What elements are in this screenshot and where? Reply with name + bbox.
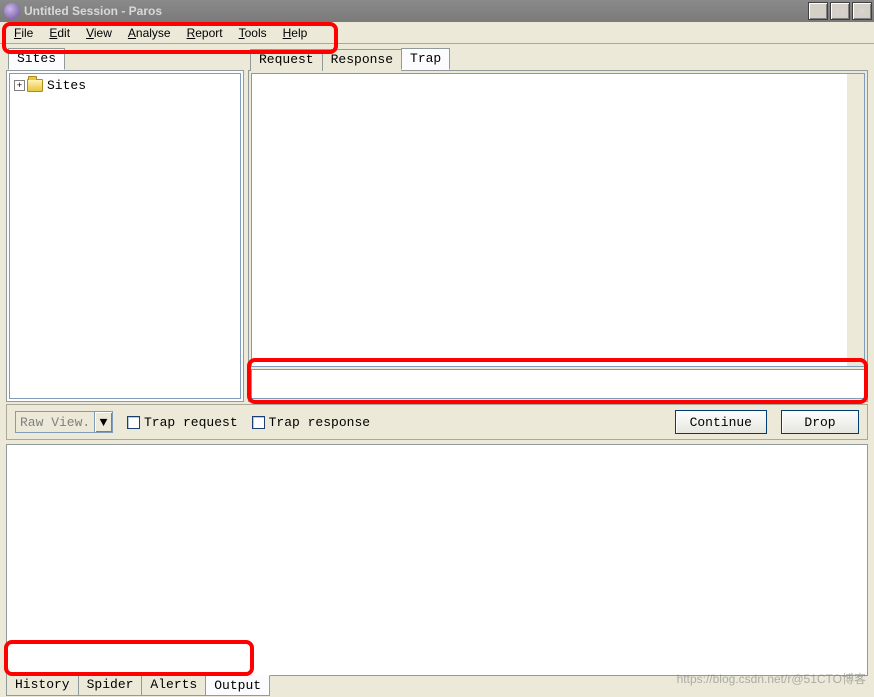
sites-panel-box: + Sites [6,70,244,402]
trap-request-label: Trap request [144,415,238,430]
trap-body [248,70,868,402]
maximize-button[interactable]: □ [830,2,850,20]
menu-edit[interactable]: Edit [41,24,78,42]
menu-file-accel: F [14,26,21,40]
raw-view-combo[interactable]: ▼ [15,411,113,433]
menu-bar: File Edit View Analyse Report Tools Help [0,22,874,44]
trap-response-label: Trap response [269,415,370,430]
watermark-text: https://blog.csdn.net/r@51CTO博客 [677,670,866,687]
checkbox-icon [127,416,140,429]
trap-upper-textarea[interactable] [251,73,865,367]
trap-response-checkbox[interactable]: Trap response [252,415,370,430]
sites-tab-strip: Sites [6,48,244,70]
window-buttons: _ □ × [808,2,874,20]
menu-tools-accel: T [239,26,245,40]
trap-lower-textarea[interactable] [251,369,865,399]
title-bar: Untitled Session - Paros _ □ × [0,0,874,22]
sites-panel: Sites + Sites [6,48,244,402]
tab-response[interactable]: Response [322,49,402,71]
minimize-button[interactable]: _ [808,2,828,20]
sites-tree[interactable]: + Sites [9,73,241,399]
tab-sites[interactable]: Sites [8,48,65,70]
right-panel: Request Response Trap [248,48,868,402]
dropdown-arrow-icon[interactable]: ▼ [94,412,112,432]
menu-file[interactable]: File [6,24,41,42]
menu-analyse-accel: A [128,26,136,40]
continue-button[interactable]: Continue [675,410,767,434]
menu-report-accel: R [187,26,196,40]
trap-request-checkbox[interactable]: Trap request [127,415,238,430]
window-title: Untitled Session - Paros [24,4,808,18]
menu-report[interactable]: Report [179,24,231,42]
menu-help[interactable]: Help [275,24,316,42]
menu-view-accel: V [86,26,94,40]
tab-request[interactable]: Request [250,49,323,71]
middle-row: Sites + Sites Request Response Trap [0,44,874,402]
menu-tools[interactable]: Tools [231,24,275,42]
raw-view-combo-text [16,413,94,432]
tree-root-label: Sites [47,78,86,93]
tree-root-row[interactable]: + Sites [14,78,236,93]
tab-trap[interactable]: Trap [401,48,450,70]
right-tab-strip: Request Response Trap [248,48,868,70]
menu-analyse[interactable]: Analyse [120,24,179,42]
app-icon [4,3,20,19]
folder-icon [27,79,43,92]
drop-button[interactable]: Drop [781,410,859,434]
expand-icon[interactable]: + [14,80,25,91]
menu-view[interactable]: View [78,24,120,42]
bottom-output-panel[interactable] [6,444,868,676]
menu-help-accel: H [283,26,292,40]
trap-control-bar: ▼ Trap request Trap response Continue Dr… [6,404,868,440]
menu-edit-accel: E [49,26,57,40]
close-button[interactable]: × [852,2,872,20]
checkbox-icon [252,416,265,429]
